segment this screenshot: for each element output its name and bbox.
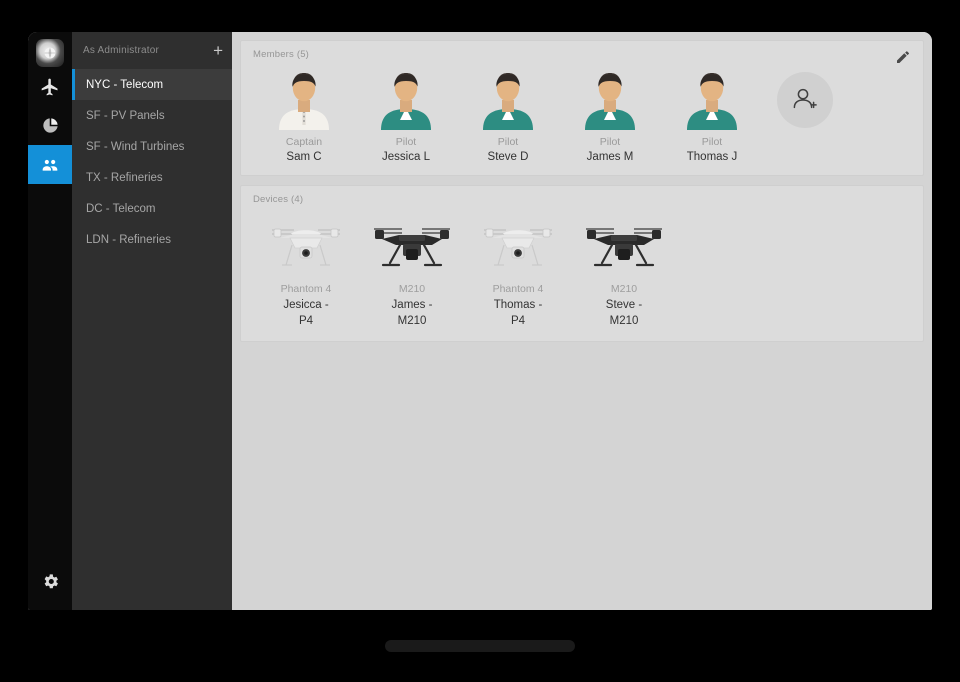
member-role: Pilot xyxy=(701,136,723,148)
add-project-icon[interactable]: + xyxy=(213,42,223,59)
member-tile[interactable]: Captain Sam C xyxy=(253,68,355,163)
avatar xyxy=(276,68,332,130)
rail-item-settings[interactable] xyxy=(28,564,72,598)
member-name: Jessica L xyxy=(382,151,430,163)
devices-card-title: Devices (4) xyxy=(253,194,304,205)
main-content: Members (5) Captain Sam C Pilot Jessica … xyxy=(232,32,932,610)
member-role: Pilot xyxy=(599,136,621,148)
project-item-label: SF - Wind Turbines xyxy=(86,140,185,153)
device-frame: As Administrator + NYC - Telecom SF - PV … xyxy=(0,0,960,682)
device-tile[interactable]: Phantom 4 Thomas - P4 xyxy=(465,213,571,329)
device-name: Jesicca - P4 xyxy=(283,299,329,327)
add-member-button[interactable] xyxy=(777,72,833,128)
black-quadcopter-icon xyxy=(374,228,450,267)
devices-row: Phantom 4 Jesicca - P4 M210 James - M210 xyxy=(253,207,911,329)
device-tile[interactable]: Phantom 4 Jesicca - P4 xyxy=(253,213,359,329)
project-list: NYC - Telecom SF - PV Panels SF - Wind Tur… xyxy=(72,69,232,255)
member-name: James M xyxy=(586,151,634,163)
home-indicator xyxy=(385,640,575,652)
avatar xyxy=(582,68,638,130)
sidebar-header: As Administrator + xyxy=(72,32,232,69)
member-avatar-icon xyxy=(687,73,737,130)
member-avatar-icon xyxy=(279,73,329,130)
black-quadcopter-icon xyxy=(586,228,662,267)
members-card: Members (5) Captain Sam C Pilot Jessica … xyxy=(240,40,924,176)
devices-card: Devices (4) Phantom 4 Jesicca - P4 M210 … xyxy=(240,185,924,343)
member-avatar-icon xyxy=(381,73,431,130)
project-item-label: SF - PV Panels xyxy=(86,109,165,122)
device-tile[interactable]: M210 James - M210 xyxy=(359,213,465,329)
member-name: Sam C xyxy=(286,151,322,163)
avatar xyxy=(378,68,434,130)
avatar xyxy=(684,68,740,130)
pie-chart-icon xyxy=(42,118,58,133)
member-tile[interactable]: Pilot Steve D xyxy=(457,68,559,163)
members-card-title: Members (5) xyxy=(253,49,310,60)
device-name: James - M210 xyxy=(391,299,433,327)
rail-item-analytics[interactable] xyxy=(28,106,72,145)
project-item-1[interactable]: SF - PV Panels xyxy=(72,100,232,131)
member-tile[interactable]: Pilot James M xyxy=(559,68,661,163)
drone-globe-logo-icon xyxy=(36,39,64,67)
device-name: Thomas - P4 xyxy=(493,299,543,327)
project-sidebar: As Administrator + NYC - Telecom SF - PV … xyxy=(72,32,232,610)
project-item-3[interactable]: TX - Refineries xyxy=(72,162,232,193)
device-image xyxy=(472,221,564,273)
device-image xyxy=(366,221,458,273)
device-model: M210 xyxy=(398,283,426,295)
airplane-icon xyxy=(41,78,58,95)
device-image xyxy=(578,221,670,273)
pencil-edit-icon xyxy=(897,51,909,63)
project-item-label: TX - Refineries xyxy=(86,171,163,184)
add-person-icon xyxy=(793,88,817,109)
app-window: As Administrator + NYC - Telecom SF - PV … xyxy=(28,32,932,610)
white-quadcopter-icon xyxy=(272,228,340,266)
project-item-4[interactable]: DC - Telecom xyxy=(72,193,232,224)
project-item-0[interactable]: NYC - Telecom xyxy=(72,69,232,100)
rail-item-team[interactable] xyxy=(28,145,72,184)
device-tile[interactable]: M210 Steve - M210 xyxy=(571,213,677,329)
people-group-icon xyxy=(42,159,58,171)
member-name: Steve D xyxy=(487,151,529,163)
project-item-5[interactable]: LDN - Refineries xyxy=(72,224,232,255)
device-model: Phantom 4 xyxy=(280,283,332,295)
device-image xyxy=(260,221,352,273)
project-item-label: DC - Telecom xyxy=(86,202,156,215)
device-model: M210 xyxy=(610,283,638,295)
device-name: Steve - M210 xyxy=(605,299,643,327)
avatar xyxy=(480,68,536,130)
member-avatar-icon xyxy=(483,73,533,130)
member-avatar-icon xyxy=(585,73,635,130)
member-role: Captain xyxy=(285,136,323,148)
member-tile[interactable]: Pilot Thomas J xyxy=(661,68,763,163)
members-row: Captain Sam C Pilot Jessica L Pilot Stev… xyxy=(253,62,911,163)
icon-rail xyxy=(28,32,72,610)
member-tile[interactable]: Pilot Jessica L xyxy=(355,68,457,163)
sidebar-role-label: As Administrator xyxy=(83,45,160,56)
device-model: Phantom 4 xyxy=(492,283,544,295)
project-item-label: NYC - Telecom xyxy=(86,78,164,91)
gear-icon xyxy=(44,573,58,588)
member-name: Thomas J xyxy=(686,151,738,163)
edit-members-button[interactable] xyxy=(895,49,911,65)
member-role: Pilot xyxy=(395,136,417,148)
white-quadcopter-icon xyxy=(484,228,552,266)
rail-item-flights[interactable] xyxy=(28,67,72,106)
project-item-label: LDN - Refineries xyxy=(86,233,171,246)
member-role: Pilot xyxy=(497,136,519,148)
project-item-2[interactable]: SF - Wind Turbines xyxy=(72,131,232,162)
